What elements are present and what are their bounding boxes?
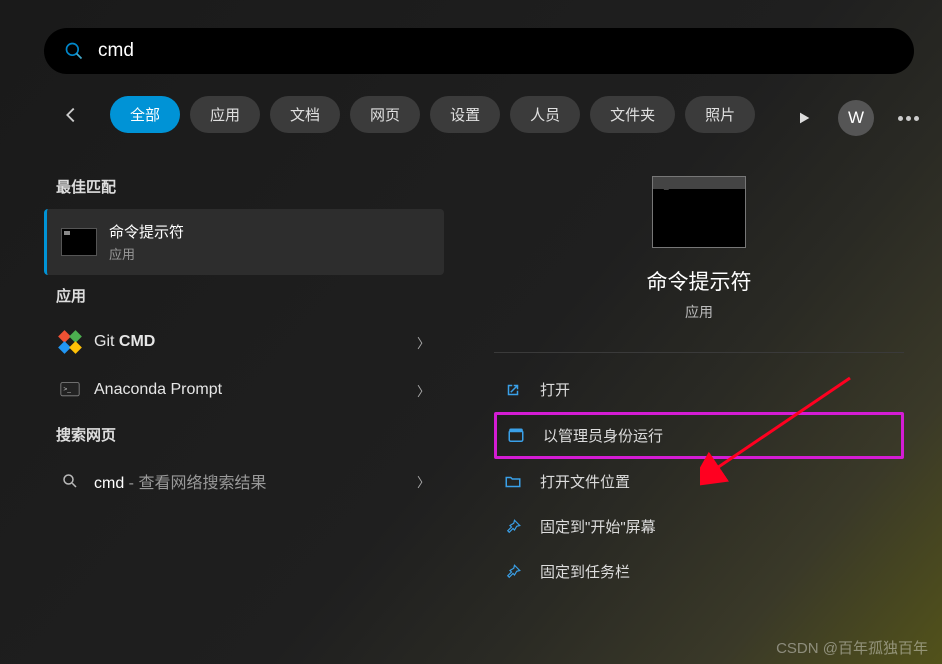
more-icon[interactable] bbox=[890, 100, 926, 136]
chevron-right-icon: 〉 bbox=[417, 381, 430, 400]
tab-people[interactable]: 人员 bbox=[510, 96, 580, 133]
web-search-item[interactable]: cmd - 查看网络搜索结果 〉 bbox=[44, 457, 444, 505]
app-item-git-cmd[interactable]: Git CMD 〉 bbox=[44, 318, 444, 366]
results-left-column: 最佳匹配 命令提示符 应用 应用 Git CMD 〉 bbox=[44, 166, 444, 505]
preview-subtitle: 应用 bbox=[685, 302, 713, 322]
search-input[interactable] bbox=[98, 40, 894, 62]
tab-folders[interactable]: 文件夹 bbox=[590, 96, 675, 133]
tab-web[interactable]: 网页 bbox=[350, 96, 420, 133]
cmd-icon bbox=[61, 228, 97, 256]
best-match-header: 最佳匹配 bbox=[56, 176, 432, 197]
action-open[interactable]: 打开 bbox=[474, 367, 924, 412]
preview-thumbnail bbox=[652, 176, 746, 248]
apps-header: 应用 bbox=[56, 285, 432, 306]
action-label: 打开文件位置 bbox=[540, 471, 630, 492]
web-search-header: 搜索网页 bbox=[56, 424, 432, 445]
svg-text:>_: >_ bbox=[63, 386, 71, 393]
play-icon[interactable] bbox=[786, 100, 822, 136]
pin-icon bbox=[504, 563, 522, 581]
watermark: CSDN @百年孤独百年 bbox=[776, 637, 928, 658]
action-label: 打开 bbox=[540, 379, 570, 400]
preview-title: 命令提示符 bbox=[647, 266, 752, 296]
app-item-label: Git CMD bbox=[94, 333, 155, 351]
folder-icon bbox=[504, 473, 522, 491]
tab-settings[interactable]: 设置 bbox=[430, 96, 500, 133]
tab-documents[interactable]: 文档 bbox=[270, 96, 340, 133]
action-label: 以管理员身份运行 bbox=[543, 425, 663, 446]
best-match-item[interactable]: 命令提示符 应用 bbox=[44, 209, 444, 275]
shield-icon bbox=[507, 427, 525, 445]
action-run-as-admin-highlight: 以管理员身份运行 bbox=[494, 412, 904, 459]
user-avatar[interactable]: W bbox=[838, 100, 874, 136]
git-icon bbox=[58, 330, 82, 354]
search-bar[interactable] bbox=[44, 28, 914, 74]
best-match-title: 命令提示符 bbox=[109, 221, 184, 242]
tab-photos[interactable]: 照片 bbox=[685, 96, 755, 133]
pin-icon bbox=[504, 518, 522, 536]
action-run-as-admin[interactable]: 以管理员身份运行 bbox=[507, 425, 891, 446]
search-icon bbox=[64, 41, 84, 61]
tab-apps[interactable]: 应用 bbox=[190, 96, 260, 133]
best-match-subtitle: 应用 bbox=[109, 244, 184, 263]
action-label: 固定到任务栏 bbox=[540, 561, 630, 582]
search-icon bbox=[58, 469, 82, 493]
app-item-label: Anaconda Prompt bbox=[94, 381, 222, 399]
header-right-icons: W bbox=[786, 100, 926, 136]
web-item-label: cmd - 查看网络搜索结果 bbox=[94, 469, 266, 493]
terminal-icon: >_ bbox=[58, 378, 82, 402]
open-icon bbox=[504, 381, 522, 399]
action-pin-taskbar[interactable]: 固定到任务栏 bbox=[474, 549, 924, 594]
action-open-location[interactable]: 打开文件位置 bbox=[474, 459, 924, 504]
filter-tabs: 全部 应用 文档 网页 设置 人员 文件夹 照片 bbox=[56, 96, 755, 133]
chevron-right-icon: 〉 bbox=[417, 333, 430, 352]
action-pin-start[interactable]: 固定到"开始"屏幕 bbox=[474, 504, 924, 549]
divider bbox=[494, 352, 904, 353]
chevron-right-icon: 〉 bbox=[417, 472, 430, 491]
app-item-anaconda-prompt[interactable]: >_ Anaconda Prompt 〉 bbox=[44, 366, 444, 414]
preview-pane: 命令提示符 应用 打开 以管理员身份运行 打开文件位置 固定到" bbox=[474, 166, 924, 594]
action-label: 固定到"开始"屏幕 bbox=[540, 516, 656, 537]
tab-all[interactable]: 全部 bbox=[110, 96, 180, 133]
back-button[interactable] bbox=[56, 100, 86, 130]
